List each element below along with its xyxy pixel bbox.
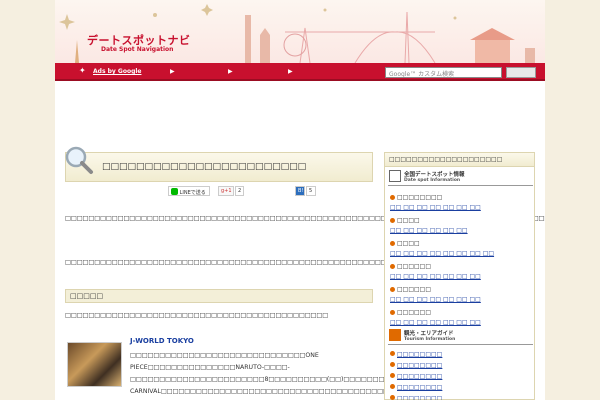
line-icon (171, 188, 178, 195)
sidebar: □□□□□□□□□□□□□□□□□□□□ 全国デートスポット情報 Date sp… (384, 152, 535, 400)
search-button[interactable] (506, 67, 536, 78)
guide-link[interactable]: □□□□□□□□ (390, 384, 442, 391)
second-paragraph: □□□□□□□□□□□□□□□□□□□□□□□□□□□□□□□□□□□□□□□□… (65, 259, 533, 266)
nav-arrow-link-1[interactable]: ▶ (170, 68, 175, 75)
info-icon (389, 329, 401, 341)
star-icon: ✦ (79, 66, 86, 75)
map-icon (389, 170, 401, 182)
page-title: □□□□□□□□□□□□□□□□□□□□□□□□ (102, 162, 307, 172)
nav-ads-link[interactable]: Ads by Google (93, 68, 141, 75)
bullet-icon (390, 373, 395, 378)
gplus-button[interactable]: g+1 (218, 186, 234, 196)
spot-description: □□□□□□□□□□□□□□□□□□□□□□□□□□□□□□ONE PIECE□… (130, 352, 518, 395)
search-input[interactable]: Google™ カスタム検索 (385, 67, 502, 78)
sidebar-links[interactable]: □□ □□ □□ □□ □□ □□ (390, 227, 468, 234)
tourism-banner[interactable]: 観光・エリアガイド Tourism Information (388, 329, 533, 345)
sidebar-category[interactable]: □□□□ (390, 217, 420, 224)
bullet-icon (390, 351, 395, 356)
bullet-icon (390, 384, 395, 389)
banner-subtitle: Date spot Information (404, 178, 461, 183)
bullet-icon (390, 264, 395, 269)
sidebar-category[interactable]: □□□□□□□□ (390, 194, 442, 201)
site-header: デートスポットナビ Date Spot Navigation (55, 0, 545, 63)
guide-link[interactable]: □□□□□□□□ (390, 362, 442, 369)
line-share-button[interactable]: LINEで送る (168, 186, 210, 196)
nav-arrow-link-2[interactable]: ▶ (228, 68, 233, 75)
article-title-bar: □□□□□□□□□□□□□□□□□□□□□□□□ (65, 146, 373, 182)
line-share-label: LINEで送る (179, 190, 206, 196)
magnifier-icon (65, 146, 93, 174)
intro-paragraph: □□□□□□□□□□□□□□□□□□□□□□□□□□□□□□□□□□□□□□□□… (65, 215, 545, 222)
guide-link[interactable]: □□□□□□□□ (390, 395, 442, 400)
sidebar-links[interactable]: □□ □□ □□ □□ □□ □□ □□ (390, 296, 481, 303)
page: デートスポットナビ Date Spot Navigation ✦ Ads by … (55, 0, 545, 400)
main-nav: ✦ Ads by Google ▶ ▶ ▶ Google™ カスタム検索 (55, 63, 545, 81)
guide-link[interactable]: □□□□□□□□ (390, 373, 442, 380)
sidebar-links[interactable]: □□ □□ □□ □□ □□ □□ □□ □□ (390, 250, 494, 257)
date-spot-banner[interactable]: 全国デートスポット情報 Date spot Information (388, 170, 533, 186)
sidebar-category[interactable]: □□□□ (390, 240, 420, 247)
bullet-icon (390, 241, 395, 246)
bullet-icon (390, 310, 395, 315)
gplus-count: 2 (235, 186, 244, 196)
sidebar-category[interactable]: □□□□□□ (390, 286, 431, 293)
site-logo-subtitle: Date Spot Navigation (101, 46, 174, 53)
spot-title-link[interactable]: J-WORLD TOKYO (130, 337, 194, 345)
sidebar-links[interactable]: □□ □□ □□ □□ □□ □□ □□ (390, 204, 481, 211)
bullet-icon (390, 195, 395, 200)
section-paragraph: □□□□□□□□□□□□□□□□□□□□□□□□□□□□□□□□□□□□□□□□… (65, 312, 329, 319)
sidebar-heading: □□□□□□□□□□□□□□□□□□□□ (385, 153, 534, 167)
sidebar-category[interactable]: □□□□□□ (390, 263, 431, 270)
sidebar-links[interactable]: □□ □□ □□ □□ □□ □□ □□ (390, 319, 481, 326)
bullet-icon (390, 362, 395, 367)
bullet-icon (390, 395, 395, 400)
nav-arrow-link-3[interactable]: ▶ (288, 68, 293, 75)
jworld-thumbnail[interactable] (67, 342, 122, 387)
bullet-icon (390, 218, 395, 223)
guide-link[interactable]: □□□□□□□□ (390, 351, 442, 358)
hatena-count: 5 (306, 186, 316, 196)
banner-subtitle: Tourism Information (404, 337, 456, 342)
sidebar-links[interactable]: □□ □□ □□ □□ □□ □□ □□ (390, 273, 481, 280)
bullet-icon (390, 287, 395, 292)
banner-title: 観光・エリアガイド (404, 331, 454, 337)
section-heading: □□□□□ (65, 289, 373, 303)
banner-title: 全国デートスポット情報 (404, 172, 465, 178)
sidebar-category[interactable]: □□□□□□ (390, 309, 431, 316)
hatena-bookmark-icon[interactable]: B! (295, 186, 305, 196)
